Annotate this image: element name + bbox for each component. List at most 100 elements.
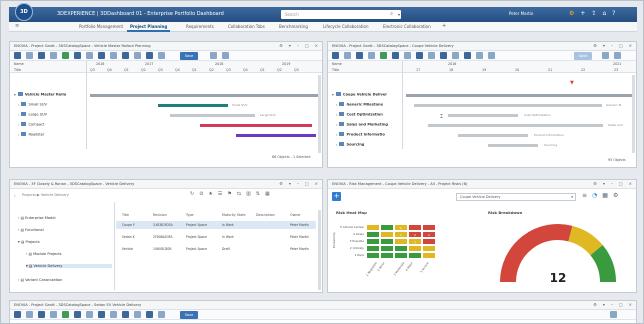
heatmap-cell[interactable] [394,245,408,252]
gantt-row[interactable]: ▾ Vehicle Master Rollo [14,92,90,100]
copy-icon[interactable] [134,52,141,59]
tab-project-planning[interactable]: Project Planning [126,24,171,32]
column-splitter[interactable] [114,202,115,290]
chevron-right-icon[interactable]: › [18,123,19,127]
critical-path-icon[interactable] [98,52,105,59]
gantt-row[interactable]: › Product Informatio [336,132,412,140]
settings-icon[interactable]: ⚙ [593,302,597,307]
baseline-icon[interactable] [110,311,117,318]
heatmap-cell[interactable] [394,238,408,245]
gantt-row[interactable]: › Compact [18,122,94,130]
table-icon[interactable] [332,52,339,59]
close-icon[interactable]: × [315,43,318,48]
heatmap-cell[interactable] [380,231,394,238]
settings-icon[interactable]: ⚙ [593,43,597,48]
redo-icon[interactable] [476,52,483,59]
maximize-icon[interactable]: □ [619,181,623,186]
refresh-icon[interactable]: ↻ [190,191,194,197]
heatmap-cell[interactable] [380,252,394,259]
list-icon[interactable]: ≡ [582,192,587,199]
export-icon[interactable] [62,311,69,318]
gantt-bar[interactable] [170,114,255,117]
cell-title[interactable]: Vehicle [122,247,133,251]
scrollbar[interactable] [318,75,321,153]
gantt-row[interactable]: › Generic Milestone [336,102,412,110]
heatmap-cell[interactable] [380,238,394,245]
save-button[interactable]: Save [574,52,592,60]
gantt-row[interactable]: › Sourcing [336,142,412,150]
gantt-bar[interactable] [414,104,602,107]
zoom-icon[interactable] [222,52,229,59]
heatmap-cell[interactable] [408,224,422,231]
column-header-description[interactable]: Description [256,213,275,217]
chevron-right-icon[interactable]: › [18,133,19,137]
baseline-icon[interactable] [110,52,117,59]
heatmap-cell[interactable]: 1 [394,231,408,238]
tab-requirements[interactable]: Requirements [186,24,214,29]
gear-icon[interactable]: ⚙ [569,10,574,18]
indent-icon[interactable] [74,311,81,318]
gantt-bar[interactable] [448,114,518,117]
chevron-down-icon[interactable]: ▾ [603,302,605,307]
heatmap-cell[interactable] [408,252,422,259]
table-icon[interactable] [14,311,21,318]
outdent-icon[interactable] [86,52,93,59]
link-icon[interactable] [356,52,363,59]
heatmap-cell[interactable]: 1 [422,231,436,238]
heatmap-cell[interactable]: 2 [408,231,422,238]
undo-icon[interactable] [146,311,153,318]
chevron-right-icon[interactable]: › [336,133,337,137]
column-header-title[interactable]: Title [122,213,129,217]
minimize-icon[interactable]: – [611,302,613,307]
breadcrumb[interactable]: Projects ▶ Vehicle Delivery [22,193,69,197]
table-icon[interactable] [14,52,21,59]
calendar-icon[interactable] [122,311,129,318]
dashboard-icon[interactable]: ◔ [592,192,597,199]
scrollbar[interactable] [632,75,635,153]
close-icon[interactable]: × [629,302,632,307]
help-icon[interactable]: ? [612,10,615,18]
search-icon[interactable]: ⌕ [390,11,393,17]
redo-icon[interactable] [158,52,165,59]
indent-icon[interactable] [74,52,81,59]
chevron-right-icon[interactable]: › [336,123,337,127]
compass-logo[interactable]: 3D [15,3,33,21]
tree-item-module-projects[interactable]: › ▤ Module Projects [26,252,62,256]
save-button[interactable]: Save [180,52,198,60]
share-icon[interactable]: ⇆ [237,191,241,197]
tab-collaboration-tabs[interactable]: Collaboration Tabs [228,24,265,29]
gantt-row[interactable]: › Sales and Marketing [336,122,412,130]
copy-icon[interactable] [134,311,141,318]
grid-icon[interactable]: ▦ [602,192,608,199]
tree-item-vehicle-delivery[interactable]: ▾ ▤ Vehicle Delivery [26,264,112,268]
gantt-bar[interactable] [458,134,528,137]
gantt-bar[interactable] [236,134,316,137]
heatmap-cell[interactable] [366,252,380,259]
grid-icon[interactable] [26,311,33,318]
chart-icon[interactable]: ▥ [246,191,251,197]
calendar-icon[interactable] [122,52,129,59]
gantt-row[interactable]: › Large SUV [18,112,94,120]
gantt-bar[interactable] [200,124,312,127]
tree-item-enterprise-model[interactable]: › ▤ Enterprise Model [18,216,56,220]
heatmap-cell[interactable] [394,252,408,259]
close-icon[interactable]: × [629,43,632,48]
chevron-down-icon[interactable]: ▾ [14,93,16,97]
column-header-owner[interactable]: Owner [290,213,301,217]
export-icon[interactable] [62,52,69,59]
undo-icon[interactable] [464,52,471,59]
heatmap-cell[interactable] [422,252,436,259]
close-icon[interactable]: × [315,181,318,186]
add-risk-button[interactable]: + [332,192,341,201]
chevron-down-icon[interactable]: ▾ [571,195,573,199]
heatmap-cell[interactable] [422,238,436,245]
heatmap-cell[interactable] [380,224,394,231]
heatmap-cell[interactable] [422,224,436,231]
heatmap-cell[interactable] [366,245,380,252]
scrollbar[interactable] [318,210,321,290]
tree-item-functional[interactable]: › ▤ Functional [18,228,44,232]
maximize-icon[interactable]: □ [619,302,623,307]
search-input[interactable]: Search ⌕ ▾ [281,10,401,19]
grid-icon[interactable] [26,52,33,59]
user-name[interactable]: Peter Martin [509,11,533,16]
